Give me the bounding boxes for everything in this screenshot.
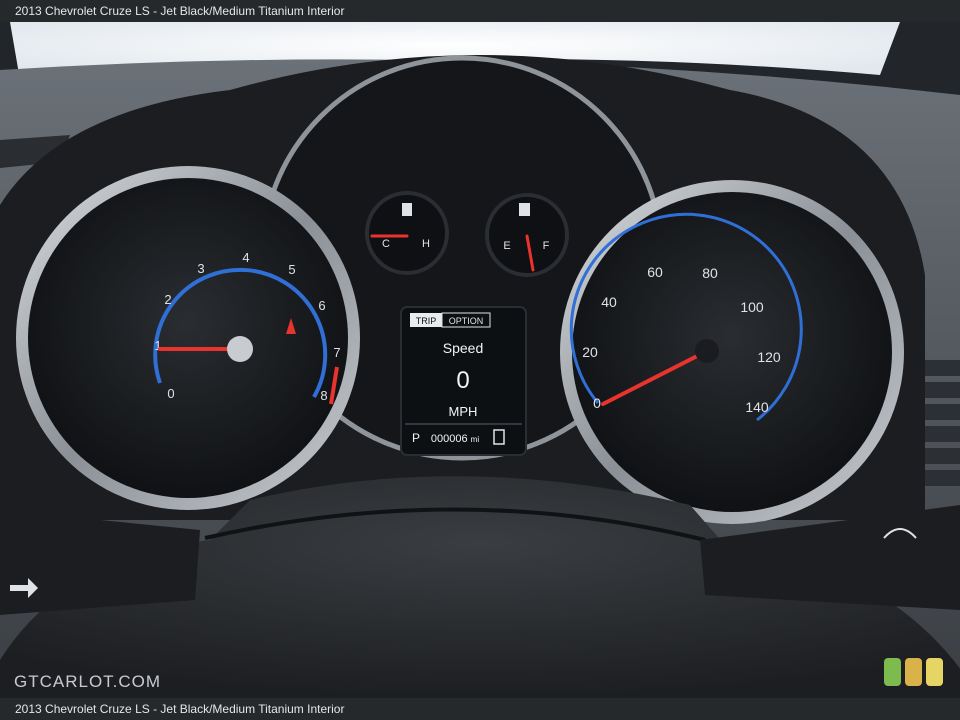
dic-tab-option-label: OPTION <box>449 316 484 326</box>
tach-tick-4: 4 <box>242 250 249 265</box>
speed-tick-140: 140 <box>745 399 769 415</box>
caption-bar-top: 2013 Chevrolet Cruze LS - Jet Black/Medi… <box>0 0 960 22</box>
temp-gauge-low: C <box>382 238 390 250</box>
fuel-pump-icon <box>519 203 530 216</box>
badge-amber <box>905 658 922 686</box>
caption-bar-bottom: 2013 Chevrolet Cruze LS - Jet Black/Medi… <box>0 698 960 720</box>
tach-tick-2: 2 <box>164 292 171 307</box>
tach-tick-3: 3 <box>197 261 204 276</box>
tach-tick-7: 7 <box>333 345 340 360</box>
fuel-gauge-low: E <box>503 240 510 252</box>
dic-odometer-unit: mi <box>471 435 480 444</box>
dic-gear: P <box>412 431 420 445</box>
watermark: GTCARLOT.COM <box>14 672 162 691</box>
temp-gauge-high: H <box>422 238 430 250</box>
speed-tick-80: 80 <box>702 265 718 281</box>
badge-yellow <box>926 658 943 686</box>
fuel-gauge-high: F <box>543 240 550 252</box>
speed-tick-120: 120 <box>757 349 781 365</box>
dashboard-photo: 0 1 2 3 4 5 6 7 8 0 20 40 60 80 100 120 … <box>0 22 960 698</box>
dic-odometer-value: 000006 <box>431 433 468 445</box>
tach-tick-0: 0 <box>167 386 174 401</box>
speed-tick-100: 100 <box>740 299 764 315</box>
coolant-icon <box>402 203 412 216</box>
badge-green <box>884 658 901 686</box>
caption-top: 2013 Chevrolet Cruze LS - Jet Black/Medi… <box>15 4 345 18</box>
tach-tick-8: 8 <box>320 388 327 403</box>
speedometer-face <box>572 192 892 512</box>
tach-tick-5: 5 <box>288 262 295 277</box>
dic-value: 0 <box>456 367 469 394</box>
tachometer-face <box>28 178 348 498</box>
caption-bottom: 2013 Chevrolet Cruze LS - Jet Black/Medi… <box>15 702 345 716</box>
speed-tick-0: 0 <box>593 395 601 411</box>
dic-unit: MPH <box>449 404 478 419</box>
speed-tick-40: 40 <box>601 294 617 310</box>
speed-tick-60: 60 <box>647 264 663 280</box>
dic-odometer: 000006 mi <box>431 433 479 445</box>
tach-tick-6: 6 <box>318 298 325 313</box>
speed-tick-20: 20 <box>582 344 598 360</box>
dic-label: Speed <box>443 340 483 356</box>
dic-tab-trip-label: TRIP <box>416 316 437 326</box>
